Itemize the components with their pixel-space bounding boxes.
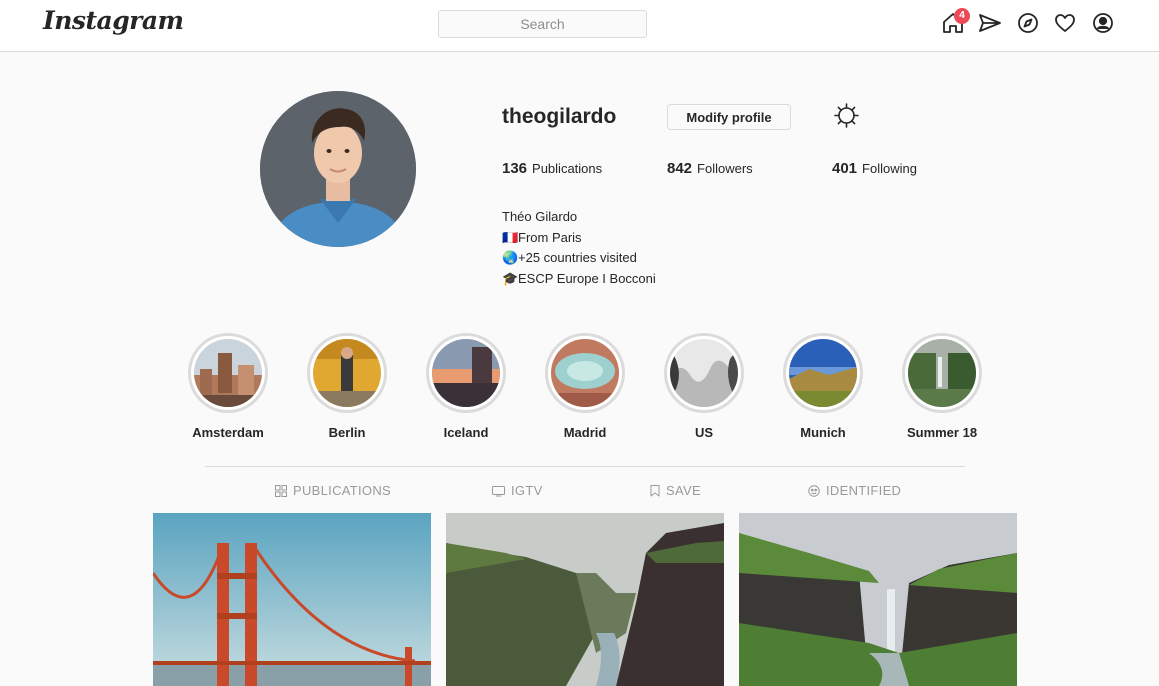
following-label: Following bbox=[862, 161, 917, 176]
highlight-munich[interactable]: Munich bbox=[783, 333, 863, 440]
bio-line-travel: 🌏+25 countries visited bbox=[502, 248, 656, 269]
profile-icon[interactable] bbox=[1091, 11, 1115, 35]
bio-travel-text: +25 countries visited bbox=[518, 250, 637, 265]
publications-count: 136 bbox=[502, 160, 528, 177]
instagram-logo[interactable]: Instagram bbox=[43, 6, 184, 35]
post-thumbnail[interactable] bbox=[446, 513, 724, 686]
explore-icon[interactable] bbox=[1016, 11, 1040, 35]
profile-bio: Théo Gilardo 🇫🇷From Paris 🌏+25 countries… bbox=[502, 207, 656, 289]
publications-stat: 136 Publications bbox=[502, 160, 602, 177]
notification-badge: 4 bbox=[954, 8, 970, 24]
highlight-ring bbox=[783, 333, 863, 413]
grid-icon bbox=[275, 484, 287, 497]
france-flag-icon: 🇫🇷 bbox=[502, 229, 519, 245]
followers-count: 842 bbox=[667, 160, 693, 177]
followers-stat[interactable]: 842 Followers bbox=[667, 160, 753, 177]
tab-publications-label: PUBLICATIONS bbox=[293, 483, 391, 498]
bio-line-education: 🎓ESCP Europe I Bocconi bbox=[502, 269, 656, 290]
following-count: 401 bbox=[832, 160, 858, 177]
modify-profile-button[interactable]: Modify profile bbox=[667, 104, 791, 130]
tab-identified-label: IDENTIFIED bbox=[826, 483, 902, 498]
highlight-ring bbox=[664, 333, 744, 413]
post-thumbnail[interactable] bbox=[739, 513, 1017, 686]
tab-save-label: SAVE bbox=[666, 483, 701, 498]
highlight-madrid[interactable]: Madrid bbox=[545, 333, 625, 440]
bio-education-text: ESCP Europe I Bocconi bbox=[518, 270, 656, 286]
highlight-berlin[interactable]: Berlin bbox=[307, 333, 387, 440]
highlight-iceland[interactable]: Iceland bbox=[426, 333, 506, 440]
tab-identified[interactable]: IDENTIFIED bbox=[808, 483, 901, 498]
highlight-ring bbox=[307, 333, 387, 413]
bio-origin-text: From Paris bbox=[518, 229, 582, 245]
settings-gear-icon[interactable] bbox=[833, 102, 860, 129]
activity-heart-icon[interactable] bbox=[1053, 11, 1077, 35]
highlight-ring bbox=[426, 333, 506, 413]
direct-icon[interactable] bbox=[978, 11, 1002, 35]
globe-icon: 🌏 bbox=[502, 250, 519, 265]
tv-icon bbox=[492, 485, 505, 496]
tab-publications[interactable]: PUBLICATIONS bbox=[275, 483, 391, 498]
search-input[interactable] bbox=[438, 10, 647, 38]
highlight-label: Summer 18 bbox=[906, 425, 978, 440]
tab-igtv-label: IGTV bbox=[511, 483, 543, 498]
tab-save[interactable]: SAVE bbox=[650, 483, 701, 498]
bio-line-origin: 🇫🇷From Paris bbox=[502, 228, 656, 249]
tab-igtv[interactable]: IGTV bbox=[492, 483, 543, 498]
highlight-amsterdam[interactable]: Amsterdam bbox=[188, 333, 268, 440]
profile-username: theogilardo bbox=[502, 105, 617, 128]
highlight-us[interactable]: US bbox=[664, 333, 744, 440]
bookmark-icon bbox=[650, 484, 660, 496]
top-navigation-bar: Instagram 4 bbox=[0, 0, 1159, 52]
followers-label: Followers bbox=[697, 161, 753, 176]
home-icon[interactable]: 4 bbox=[941, 8, 970, 35]
highlight-ring bbox=[545, 333, 625, 413]
post-thumbnail[interactable] bbox=[153, 513, 431, 686]
highlight-ring bbox=[902, 333, 982, 413]
highlight-ring bbox=[188, 333, 268, 413]
bio-full-name: Théo Gilardo bbox=[502, 209, 578, 224]
highlight-summer-18[interactable]: Summer 18 bbox=[902, 333, 982, 440]
graduation-cap-icon: 🎓 bbox=[502, 270, 519, 286]
tagged-face-icon bbox=[808, 484, 820, 497]
profile-avatar[interactable] bbox=[260, 91, 416, 247]
section-divider bbox=[205, 466, 965, 467]
following-stat[interactable]: 401 Following bbox=[832, 160, 917, 177]
publications-label: Publications bbox=[532, 161, 603, 176]
